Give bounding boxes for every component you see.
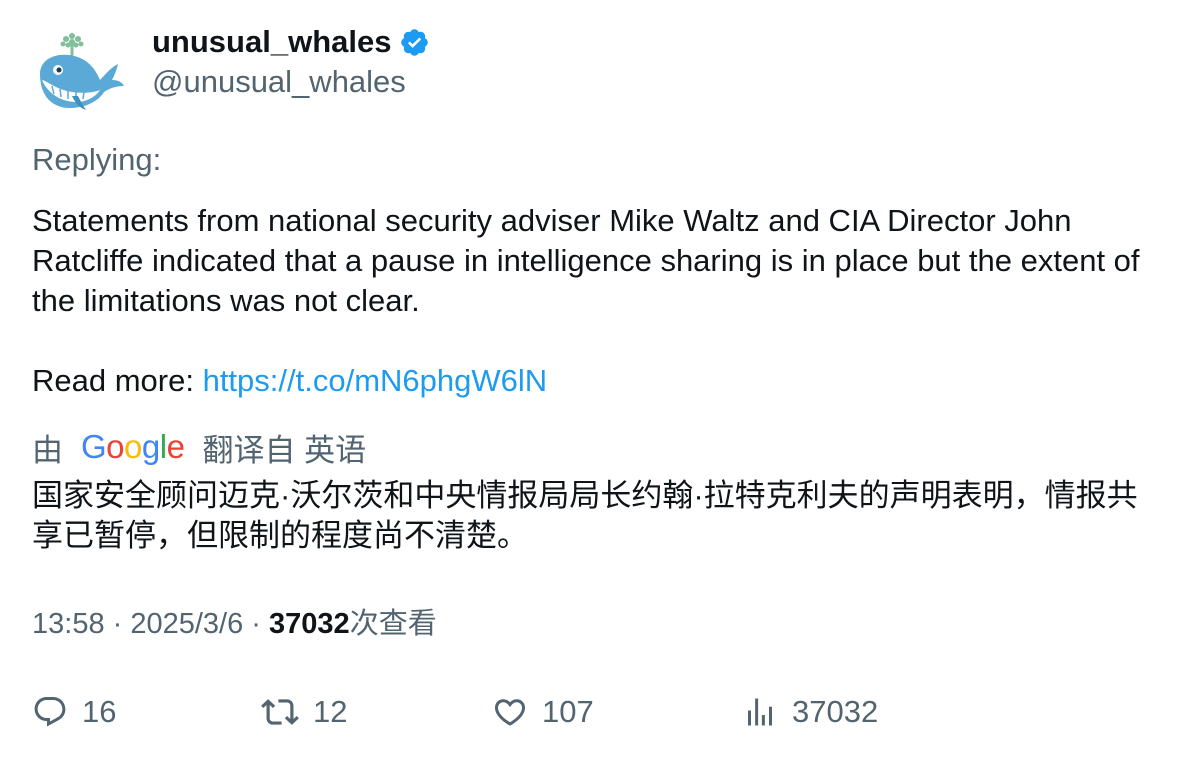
reply-button[interactable]: 16 [32,690,116,734]
google-logo-letter: e [166,428,185,465]
google-logo-letter: o [106,428,125,465]
bar-chart-icon [742,694,778,730]
verified-badge-icon [399,27,430,58]
tweet-link[interactable]: https://t.co/mN6phgW6lN [203,363,548,398]
tweet-time[interactable]: 13:58 [32,604,105,644]
translation-by-label: 由 [32,432,63,468]
tweet-date[interactable]: 2025/3/6 [130,604,243,644]
retweet-button[interactable]: 12 [261,690,347,734]
translated-from-label[interactable]: 翻译自 英语 [202,425,366,470]
avatar[interactable] [32,24,126,118]
heart-icon [492,694,528,730]
views-button[interactable]: 37032 [742,690,878,734]
author-display-name[interactable]: unusual_whales [152,24,391,60]
google-logo[interactable]: Google [81,428,185,466]
reply-count: 16 [82,694,117,729]
tweet-text: Statements from national security advise… [32,203,1149,318]
google-logo-letter: o [124,428,142,465]
tweet-meta: 13:58 · 2025/3/6 · 37032 次查看 [32,604,437,644]
read-more-line: Read more: https://t.co/mN6phgW6lN [32,361,547,401]
meta-separator: · [243,608,270,640]
retweet-icon [261,693,299,731]
translated-text: 国家安全顾问迈克·沃尔茨和中央情报局局长约翰·拉特克利夫的声明表明，情报共享已暂… [32,478,1138,553]
views-count: 37032 [269,608,350,640]
read-more-label: Read more: [32,363,203,398]
meta-separator: · [104,608,131,640]
replying-label: Replying: [32,142,162,177]
action-bar: 16 12 107 37032 [0,690,1196,734]
translation-attribution: 由 Google 翻译自 英语 [32,426,366,468]
google-logo-letter: g [141,428,160,465]
google-logo-letter: l [159,428,167,465]
reply-icon [32,694,68,730]
views-action-count: 37032 [792,694,879,729]
author-handle[interactable]: @unusual_whales [152,64,406,100]
google-logo-letter: G [81,428,107,465]
whale-icon [32,24,126,118]
views-suffix: 次查看 [349,608,437,640]
author-name-row: unusual_whales [152,24,430,60]
retweet-count: 12 [313,694,348,729]
like-button[interactable]: 107 [492,690,594,734]
like-count: 107 [542,694,594,729]
